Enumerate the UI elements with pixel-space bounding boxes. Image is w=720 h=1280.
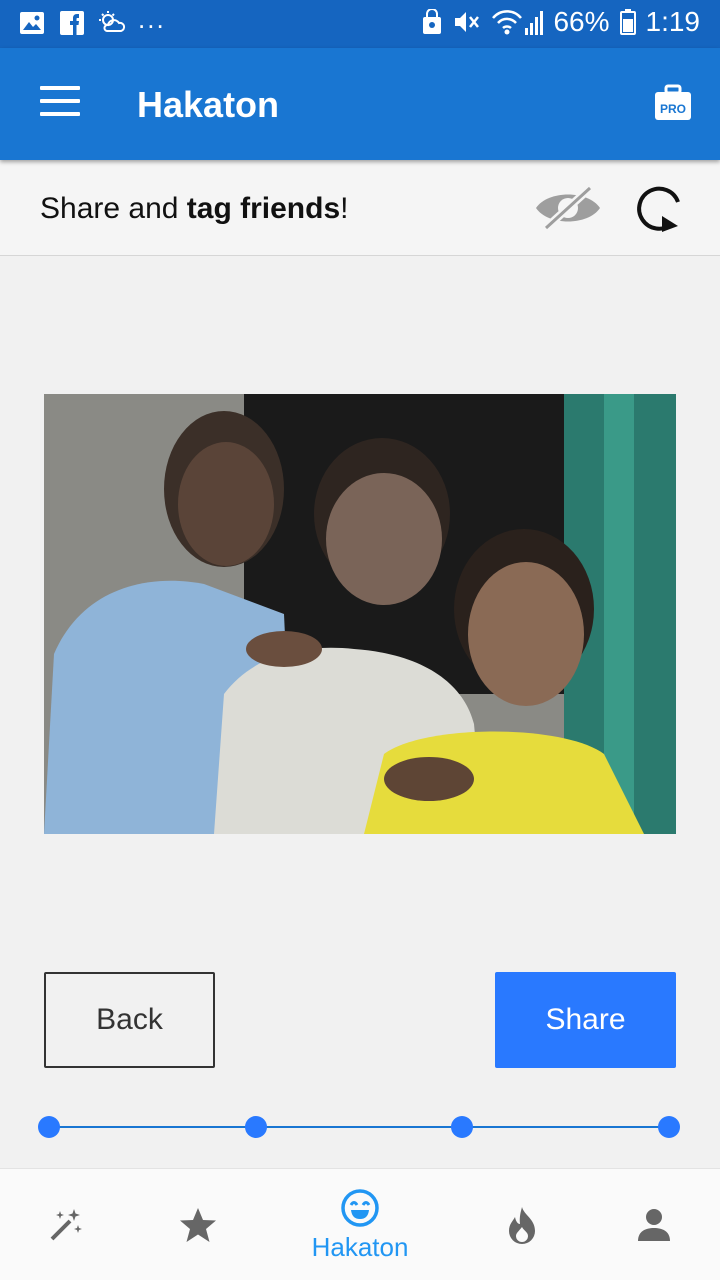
edited-photo bbox=[44, 394, 676, 834]
hide-eye-icon[interactable] bbox=[534, 184, 602, 232]
magic-wand-icon bbox=[50, 1209, 82, 1241]
clock: 1:19 bbox=[645, 6, 701, 37]
refresh-icon[interactable] bbox=[632, 180, 688, 236]
nav-item-effects[interactable] bbox=[36, 1169, 96, 1280]
battery-icon bbox=[619, 9, 636, 35]
photo-icon bbox=[44, 394, 676, 834]
fire-icon bbox=[509, 1207, 535, 1244]
battery-percent: 66% bbox=[553, 6, 610, 37]
nav-item-profile[interactable] bbox=[624, 1169, 684, 1280]
nav-item-hot[interactable] bbox=[492, 1169, 552, 1280]
nav-item-favorites[interactable] bbox=[168, 1169, 228, 1280]
step-4-dot bbox=[658, 1116, 680, 1138]
app-bar: Hakaton PRO bbox=[0, 48, 720, 160]
wifi-signal-icon bbox=[492, 10, 544, 35]
nav-item-hakaton[interactable]: Hakaton bbox=[290, 1169, 430, 1280]
share-header: Share and tag friends! bbox=[0, 160, 720, 256]
mute-icon bbox=[455, 12, 480, 32]
progress-stepper bbox=[38, 1116, 680, 1138]
weather-icon bbox=[99, 11, 126, 32]
smiley-icon bbox=[341, 1188, 379, 1227]
person-icon bbox=[638, 1209, 670, 1241]
status-bar: ... 66% 1:19 bbox=[0, 0, 720, 48]
step-3-dot bbox=[451, 1116, 473, 1138]
step-1-dot bbox=[38, 1116, 60, 1138]
star-icon bbox=[180, 1208, 216, 1242]
nav-label-hakaton: Hakaton bbox=[311, 1231, 409, 1262]
bottom-navigation: Hakaton bbox=[0, 1168, 720, 1280]
step-2-dot bbox=[245, 1116, 267, 1138]
menu-icon[interactable] bbox=[40, 86, 80, 120]
share-button[interactable]: Share bbox=[495, 972, 676, 1068]
notification-overflow: ... bbox=[138, 3, 166, 34]
back-button[interactable]: Back bbox=[44, 972, 215, 1068]
lock-cloud-icon bbox=[423, 9, 442, 34]
pro-badge-text: PRO bbox=[660, 102, 686, 116]
share-instruction: Share and tag friends! bbox=[40, 192, 349, 225]
facebook-icon bbox=[60, 11, 84, 35]
pro-briefcase-icon[interactable]: PRO bbox=[654, 84, 692, 122]
stepper-line bbox=[48, 1126, 670, 1128]
app-title: Hakaton bbox=[137, 84, 280, 125]
gallery-icon bbox=[20, 12, 44, 34]
